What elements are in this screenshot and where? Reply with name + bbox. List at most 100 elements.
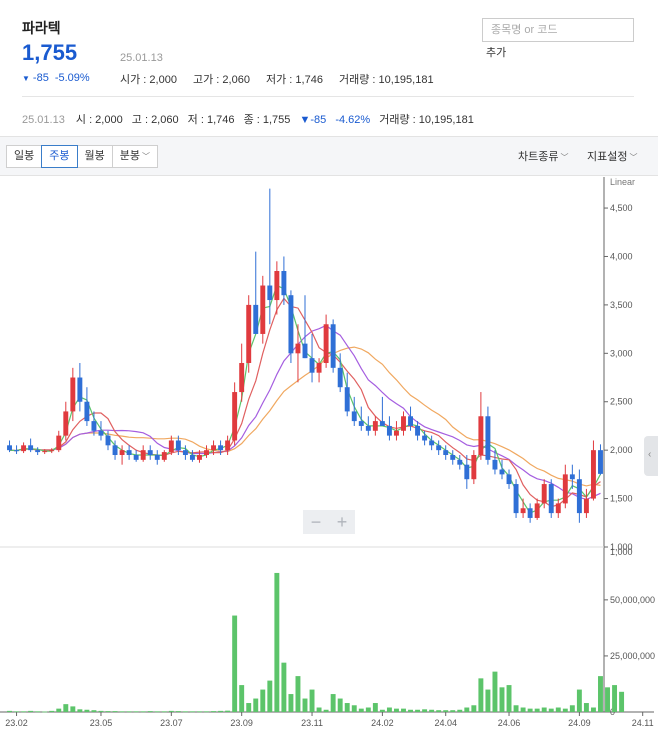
price-tick-label: 2,000 [610, 445, 633, 455]
volume-bar [197, 711, 202, 713]
volume-bar [401, 708, 406, 712]
volume-bar [408, 709, 413, 712]
volume-bar [457, 709, 463, 712]
volume-bar [372, 703, 378, 712]
candle-body [84, 401, 90, 422]
tab-monthly[interactable]: 월봉 [76, 145, 113, 168]
volume-bar [562, 708, 568, 712]
volume-bar [351, 705, 357, 712]
candle-body [91, 421, 97, 431]
volume-bar [555, 707, 561, 712]
volume-bar [499, 687, 505, 712]
price-tick-label: 1,000 [610, 547, 633, 557]
candle-body [506, 474, 512, 485]
candle-body [281, 271, 287, 296]
volume-bar [436, 710, 442, 712]
volume-bar [77, 709, 83, 712]
change-value: -85 [32, 72, 49, 84]
candle-body [168, 440, 174, 453]
candle-body [485, 416, 491, 460]
price-change: ▼ -85 -5.09% [22, 72, 90, 84]
volume-bar [218, 710, 224, 712]
volume-bar [98, 710, 104, 712]
price-tick-label: 3,000 [610, 348, 633, 358]
candle-body [351, 411, 357, 422]
candle-body [7, 445, 12, 451]
tab-minute[interactable]: 분봉 ﹀ [111, 145, 158, 168]
volume-bar [267, 680, 273, 712]
volume-bar [612, 685, 618, 712]
volume-bar [598, 676, 603, 712]
summary-high: 고 : 2,060 [131, 114, 179, 126]
candle-body [513, 484, 519, 514]
volume-bar [337, 698, 343, 712]
tab-minute-label: 분봉 [119, 150, 140, 162]
volume-bar [443, 710, 449, 712]
candle-body [246, 304, 252, 363]
volume-bar [246, 703, 252, 712]
volume-bar [485, 689, 491, 712]
candle-body [436, 445, 442, 451]
candle-body [126, 450, 132, 455]
side-panel-toggle[interactable]: ‹ [644, 436, 658, 476]
candle-body [225, 440, 231, 451]
time-tick-label: 23.05 [90, 718, 113, 728]
tab-weekly[interactable]: 주봉 [41, 145, 78, 168]
candle-body [175, 440, 181, 451]
candle-body [323, 324, 329, 363]
chart-canvas[interactable]: Linear 1,000 1,500 2,000 2,500 3,000 3,500 4,00… [0, 177, 658, 742]
candle-body [569, 474, 575, 480]
price-stats: 시가 : 2,000 고가 : 2,060 저가 : 1,746 거래량 : 1… [120, 71, 447, 87]
price-tick-label: 4,000 [610, 251, 633, 261]
candle-body [295, 343, 301, 354]
volume-bar [232, 615, 238, 712]
candle-body [56, 435, 62, 451]
candle-body [21, 445, 27, 452]
summary-open: 시 : 2,000 [75, 114, 123, 126]
add-button[interactable]: 추가 [486, 44, 506, 60]
zoom-in-button[interactable]: + [329, 510, 355, 534]
stock-name: 파라텍 [22, 20, 61, 36]
candle-body [302, 343, 308, 359]
volume-bar [204, 711, 209, 713]
volume-bar [386, 707, 392, 712]
time-tick-label: 24.02 [371, 718, 394, 728]
candle-body [35, 450, 41, 453]
current-price: 1,755 [22, 40, 78, 65]
indicator-settings-button[interactable]: 지표설정 ﹀ [587, 148, 637, 164]
candle-body [401, 416, 406, 431]
candle-body [316, 363, 322, 373]
volume-bar [422, 709, 428, 712]
candle-body [527, 508, 533, 518]
volume-tick-label: 25,000,000 [610, 651, 655, 661]
volume-bar [379, 709, 385, 712]
period-selector: 일봉 주봉 월봉 분봉 ﹀ [6, 145, 158, 168]
candle-body [443, 450, 449, 455]
price-chart[interactable]: Linear 1,000 1,500 2,000 2,500 3,000 3,500 4,00… [0, 177, 658, 742]
volume-bar [506, 685, 512, 712]
candle-body [119, 450, 125, 455]
volume-bar [274, 572, 280, 712]
volume-bar [429, 709, 435, 712]
search-input[interactable] [482, 18, 634, 42]
chart-toolbar: 일봉 주봉 월봉 분봉 ﹀ 차트종류 ﹀ 지표설정 ﹀ [0, 136, 658, 176]
chart-type-button[interactable]: 차트종류 ﹀ [518, 148, 568, 164]
volume-bar [225, 710, 231, 712]
volume-bar [112, 711, 118, 712]
low-price: 저가 : 1,746 [266, 74, 323, 86]
volume-bar [309, 689, 315, 712]
tab-daily[interactable]: 일봉 [6, 145, 43, 168]
candle-body [541, 484, 547, 504]
summary-volume: 거래량 : 10,195,181 [379, 114, 474, 126]
volume-bar [28, 710, 34, 712]
volume-bar [478, 678, 484, 712]
candle-body [478, 416, 484, 455]
volume-bar [323, 709, 329, 712]
zoom-out-button[interactable]: − [303, 510, 329, 534]
candle-body [492, 459, 498, 470]
volume-bar [605, 687, 610, 712]
volume-bar [534, 708, 540, 712]
candle-body [471, 455, 477, 480]
candle-body [189, 455, 195, 460]
time-tick-label: 23.11 [301, 718, 323, 728]
